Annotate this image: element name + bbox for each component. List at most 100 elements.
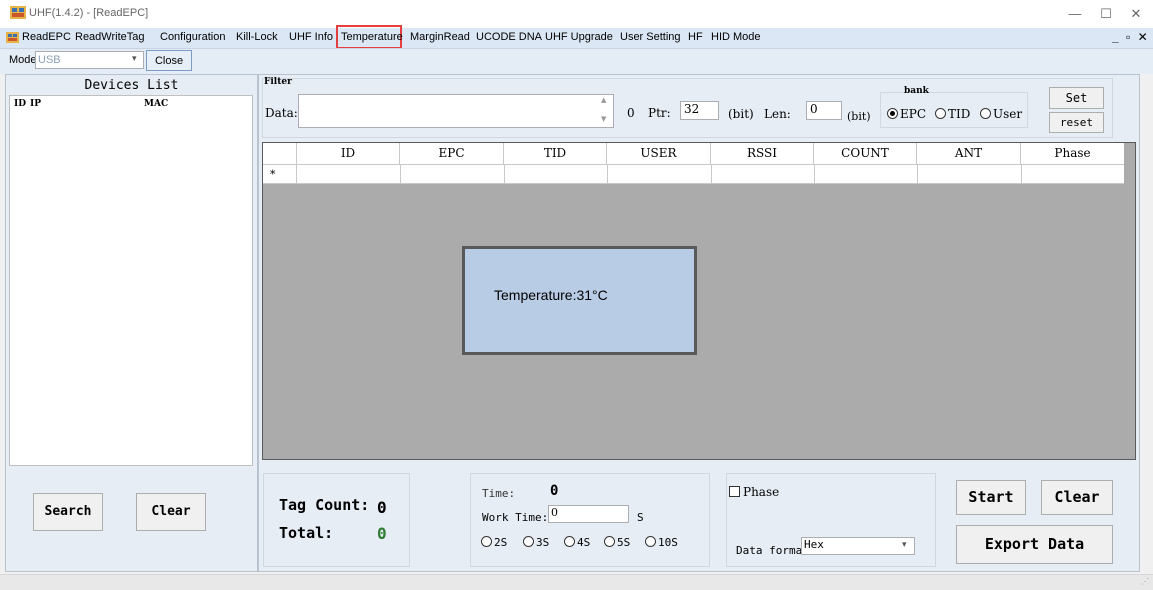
menu-configuration[interactable]: Configuration <box>160 31 225 43</box>
radio-off-icon <box>935 108 946 119</box>
column-header-count[interactable]: COUNT <box>814 143 917 164</box>
column-id: ID <box>14 99 27 109</box>
column-header-rssi[interactable]: RSSI <box>711 143 814 164</box>
close-icon[interactable]: ✕ <box>1121 4 1151 24</box>
devices-list-title: Devices List <box>84 78 179 93</box>
len-label: Len: <box>764 107 791 121</box>
menu-ucode-dna[interactable]: UCODE DNA <box>476 31 542 43</box>
radio-off-icon <box>980 108 991 119</box>
mdi-window-controls[interactable]: _ ▫ ✕ <box>1112 30 1150 44</box>
cell-divider <box>814 164 815 184</box>
ptr-input[interactable]: 32 <box>680 101 719 120</box>
column-header-phase[interactable]: Phase <box>1021 143 1124 164</box>
menu-hid-mode[interactable]: HID Mode <box>711 31 761 43</box>
chevron-down-icon: ▾ <box>902 540 907 550</box>
scroll-down-icon[interactable]: ▼ <box>601 115 606 123</box>
filter-title: Filter <box>264 77 292 87</box>
stats-group <box>263 473 410 567</box>
data-format-label: Data forma <box>736 544 803 557</box>
new-row-marker: * <box>270 168 276 181</box>
radio-off-icon <box>481 536 492 547</box>
bank-label: bank <box>904 86 929 96</box>
start-button[interactable]: Start <box>956 480 1026 515</box>
data-format-select[interactable]: Hex ▾ <box>801 537 915 555</box>
column-header-ant[interactable]: ANT <box>917 143 1021 164</box>
menu-hf[interactable]: HF <box>688 31 703 43</box>
export-button-label: Export Data <box>984 535 1085 553</box>
toolbar: Mode USB ▾ Close <box>0 48 1153 74</box>
devices-list[interactable]: ID IP MAC <box>9 95 253 466</box>
menu-marginread[interactable]: MarginRead <box>410 31 470 43</box>
minimize-icon[interactable]: — <box>1060 4 1090 24</box>
time-3s-radio[interactable]: 3S <box>523 536 549 549</box>
bank-user-label: User <box>993 107 1023 121</box>
column-header-user[interactable]: USER <box>607 143 711 164</box>
mode-select[interactable]: USB ▾ <box>35 51 144 69</box>
resize-grip-icon[interactable]: ⋰ <box>1141 577 1149 586</box>
close-device-button[interactable]: Close <box>146 50 192 71</box>
start-button-label: Start <box>968 488 1014 506</box>
bank-tid-label: TID <box>948 107 971 121</box>
column-header-epc[interactable]: EPC <box>400 143 504 164</box>
export-data-button[interactable]: Export Data <box>956 525 1113 564</box>
time-10s-label: 10S <box>658 536 678 549</box>
data-format-value: Hex <box>804 538 824 551</box>
len-input[interactable]: 0 <box>806 101 842 120</box>
temperature-text: Temperature:31°C <box>494 287 608 303</box>
clear-button-label: Clear <box>1054 488 1100 506</box>
menu-user-setting[interactable]: User Setting <box>620 31 681 43</box>
total-value: 0 <box>377 524 387 543</box>
column-mac: MAC <box>144 99 169 109</box>
phase-checkbox[interactable]: Phase <box>729 485 779 499</box>
time-2s-label: 2S <box>494 536 508 549</box>
time-4s-radio[interactable]: 4S <box>564 536 590 549</box>
bank-user-radio[interactable]: User <box>980 107 1022 121</box>
devices-clear-button-label: Clear <box>151 504 191 519</box>
devices-clear-button[interactable]: Clear <box>136 493 206 531</box>
menu-uhf-upgrade[interactable]: UHF Upgrade <box>545 31 613 43</box>
bank-epc-radio[interactable]: EPC <box>887 107 926 121</box>
time-5s-radio[interactable]: 5S <box>604 536 630 549</box>
data-length-count: 0 <box>627 106 635 120</box>
total-label: Total: <box>279 524 334 542</box>
cell-divider <box>400 164 401 184</box>
time-4s-label: 4S <box>577 536 591 549</box>
scroll-up-icon[interactable]: ▲ <box>601 96 606 104</box>
search-button[interactable]: Search <box>33 493 103 531</box>
set-button[interactable]: Set <box>1049 87 1104 109</box>
time-10s-radio[interactable]: 10S <box>645 536 678 549</box>
checkbox-icon <box>729 486 740 497</box>
header-divider <box>263 164 1124 165</box>
phase-label: Phase <box>743 485 780 499</box>
cell-divider <box>504 164 505 184</box>
radio-off-icon <box>564 536 575 547</box>
time-label: Time: <box>482 487 516 500</box>
radio-off-icon <box>523 536 534 547</box>
work-time-input[interactable]: 0 <box>548 505 629 523</box>
search-button-label: Search <box>44 504 92 519</box>
row-divider <box>263 183 1124 184</box>
row-header-column <box>263 143 297 184</box>
menu-temperature[interactable]: Temperature <box>341 31 403 43</box>
time-2s-radio[interactable]: 2S <box>481 536 507 549</box>
cell-divider <box>917 164 918 184</box>
menu-readepc[interactable]: ReadEPC <box>22 31 71 43</box>
cell-divider <box>1021 164 1022 184</box>
column-header-tid[interactable]: TID <box>504 143 607 164</box>
menu-kill-lock[interactable]: Kill-Lock <box>236 31 278 43</box>
maximize-icon[interactable]: ☐ <box>1091 4 1121 24</box>
reset-button[interactable]: reset <box>1049 112 1104 133</box>
bank-tid-radio[interactable]: TID <box>935 107 970 121</box>
data-input[interactable]: ▲ ▼ <box>298 94 614 128</box>
menu-readwritetag[interactable]: ReadWriteTag <box>75 31 145 43</box>
menu-uhf-info[interactable]: UHF Info <box>289 31 333 43</box>
clear-button[interactable]: Clear <box>1041 480 1113 515</box>
devices-panel: Devices List ID IP MAC Search Clear <box>5 74 258 572</box>
radio-on-icon <box>887 108 898 119</box>
tag-table[interactable] <box>262 142 1136 460</box>
status-bar: ⋰ <box>0 574 1153 590</box>
column-header-id[interactable]: ID <box>297 143 400 164</box>
menu-bar: ReadEPC ReadWriteTag Configuration Kill-… <box>0 25 1153 49</box>
cell-divider <box>711 164 712 184</box>
cell-divider <box>607 164 608 184</box>
